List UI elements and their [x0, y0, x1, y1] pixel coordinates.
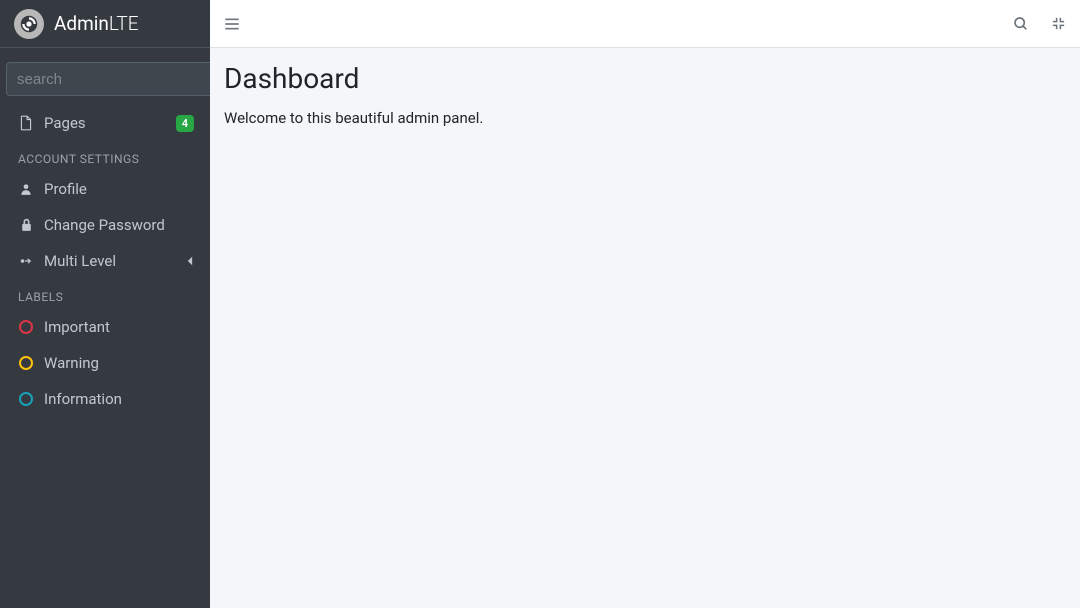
sidebar-item-important[interactable]: Important	[6, 310, 204, 344]
nav-header-account: ACCOUNT SETTINGS	[6, 140, 204, 170]
sidebar-search	[0, 54, 210, 104]
search-input[interactable]	[6, 62, 226, 96]
menu-toggle-button[interactable]	[224, 17, 240, 31]
sidebar-nav: Pages 4 ACCOUNT SETTINGS Profile Change …	[0, 104, 210, 416]
search-icon	[1013, 16, 1029, 32]
badge-pages-count: 4	[176, 115, 194, 132]
content: Dashboard Welcome to this beautiful admi…	[210, 48, 1080, 141]
file-icon	[16, 115, 36, 131]
nav-header-labels: LABELS	[6, 278, 204, 308]
sidebar-item-information[interactable]: Information	[6, 382, 204, 416]
lock-icon	[16, 218, 36, 232]
circle-icon	[16, 392, 36, 406]
circle-icon	[16, 356, 36, 370]
compress-icon	[1051, 16, 1066, 31]
sidebar-item-profile[interactable]: Profile	[6, 172, 204, 206]
bars-icon	[224, 17, 240, 31]
sidebar-item-label: Warning	[44, 354, 194, 372]
sidebar-item-pages[interactable]: Pages 4	[6, 106, 204, 140]
brand[interactable]: AdminLTE	[0, 0, 210, 48]
share-icon	[16, 254, 36, 268]
brand-logo-icon	[14, 9, 44, 39]
topbar-search-button[interactable]	[1013, 16, 1029, 32]
page-title: Dashboard	[224, 62, 1066, 95]
sidebar-item-label: Profile	[44, 180, 194, 198]
sidebar: AdminLTE Pages 4 ACCOUNT SETTINGS	[0, 0, 210, 608]
sidebar-item-warning[interactable]: Warning	[6, 346, 204, 380]
fullscreen-toggle-button[interactable]	[1051, 16, 1066, 31]
sidebar-item-label: Important	[44, 318, 194, 336]
topbar	[210, 0, 1080, 48]
sidebar-item-label: Change Password	[44, 216, 194, 234]
sidebar-item-multi-level[interactable]: Multi Level	[6, 244, 204, 278]
welcome-text: Welcome to this beautiful admin panel.	[224, 109, 1066, 127]
sidebar-item-change-password[interactable]: Change Password	[6, 208, 204, 242]
main: Dashboard Welcome to this beautiful admi…	[210, 0, 1080, 608]
brand-text: AdminLTE	[54, 12, 139, 35]
sidebar-item-label: Multi Level	[44, 252, 186, 270]
circle-icon	[16, 320, 36, 334]
sidebar-item-label: Pages	[44, 114, 176, 132]
sidebar-item-label: Information	[44, 390, 194, 408]
user-icon	[16, 182, 36, 196]
chevron-left-icon	[186, 256, 194, 266]
